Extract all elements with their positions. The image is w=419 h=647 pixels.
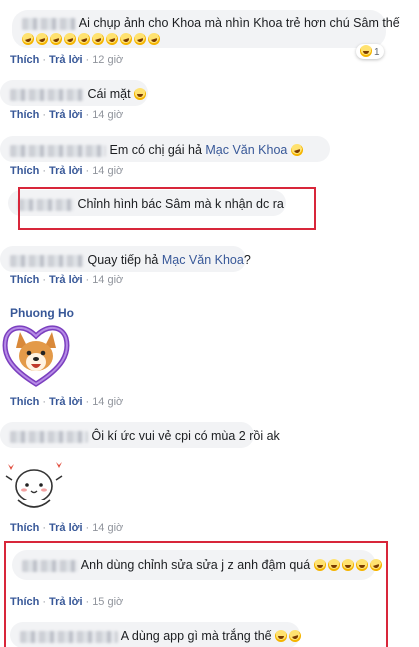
comment-text: Em có chị gái hả	[109, 143, 206, 157]
reply-link[interactable]: Trả lời	[49, 522, 83, 534]
timestamp[interactable]: 14 giờ	[92, 522, 123, 534]
like-link[interactable]: Thích	[10, 522, 39, 534]
highlight-box	[18, 187, 316, 230]
laughing-emoji-icon	[132, 31, 148, 47]
laughing-emoji-icon	[62, 31, 78, 47]
reaction-count-badge[interactable]: 1	[356, 44, 384, 59]
comment-actions: Thích · Trả lời · 14 giờ	[10, 274, 124, 286]
comment-text: Quay tiếp hả	[87, 253, 162, 267]
comment-actions: Thích · Trả lời · 12 giờ	[10, 54, 124, 66]
timestamp[interactable]: 12 giờ	[92, 54, 123, 66]
like-link[interactable]: Thích	[10, 109, 39, 121]
comment-bubble-5: Quay tiếp hả Mạc Văn Khoa?	[0, 246, 251, 272]
comment-bubble-3: Em có chị gái hả Mạc Văn Khoa	[0, 136, 330, 162]
comment-actions: Thích · Trả lời · 14 giờ	[10, 165, 124, 177]
comment-bubble-7: Ôi kí ức vui vẻ cpi có mùa 2 rồi ak	[0, 422, 280, 448]
comment-actions: Thích · Trả lời · 14 giờ	[10, 522, 124, 534]
timestamp[interactable]: 14 giờ	[92, 396, 123, 408]
haha-reaction-icon	[360, 45, 372, 57]
reply-link[interactable]: Trả lời	[49, 109, 83, 121]
timestamp[interactable]: 14 giờ	[92, 109, 123, 121]
mention-link[interactable]: Mạc Văn Khoa	[162, 253, 244, 267]
mention-link[interactable]: Mạc Văn Khoa	[205, 143, 287, 157]
reply-link[interactable]: Trả lời	[49, 396, 83, 408]
timestamp[interactable]: 14 giờ	[92, 165, 123, 177]
comment-text: Ai chụp ảnh cho Khoa mà nhìn Khoa trẻ hơ…	[78, 16, 400, 30]
laughing-emoji-icon	[20, 31, 36, 47]
laughing-emoji-icon	[146, 31, 162, 47]
highlight-box	[4, 541, 388, 647]
like-link[interactable]: Thích	[10, 165, 39, 177]
laughing-emoji-icon	[90, 31, 106, 47]
laughing-emoji-icon	[48, 31, 64, 47]
blurred-author-name	[22, 17, 76, 30]
laughing-emoji-icon	[118, 31, 134, 47]
timestamp[interactable]: 14 giờ	[92, 274, 123, 286]
reply-link[interactable]: Trả lời	[49, 54, 83, 66]
comment-text: Ôi kí ức vui vẻ cpi có mùa 2 rồi ak	[91, 429, 280, 443]
comment-bubble-1: Ai chụp ảnh cho Khoa mà nhìn Khoa trẻ hơ…	[12, 10, 400, 48]
cute-blob-sticker	[5, 462, 63, 508]
blurred-author-name	[10, 144, 106, 157]
like-link[interactable]: Thích	[10, 54, 39, 66]
reply-link[interactable]: Trả lời	[49, 165, 83, 177]
reply-link[interactable]: Trả lời	[49, 274, 83, 286]
comment-actions: Thích · Trả lời · 14 giờ	[10, 396, 124, 408]
comment-text: Cái mặt	[87, 87, 131, 101]
blurred-author-name	[10, 88, 84, 101]
like-link[interactable]: Thích	[10, 396, 39, 408]
comment-actions: Thích · Trả lời · 14 giờ	[10, 109, 124, 121]
corgi-heart-sticker	[2, 325, 70, 387]
laughing-emoji-row	[20, 31, 162, 47]
grin-emoji-icon	[134, 88, 147, 100]
like-link[interactable]: Thích	[10, 274, 39, 286]
comment-bubble-2: Cái mặt	[0, 80, 148, 106]
blurred-author-name	[10, 254, 84, 267]
blurred-author-name	[10, 430, 88, 443]
laughing-emoji-icon	[34, 31, 50, 47]
laughing-emoji-icon	[289, 142, 305, 158]
laughing-emoji-icon	[76, 31, 92, 47]
laughing-emoji-icon	[104, 31, 120, 47]
